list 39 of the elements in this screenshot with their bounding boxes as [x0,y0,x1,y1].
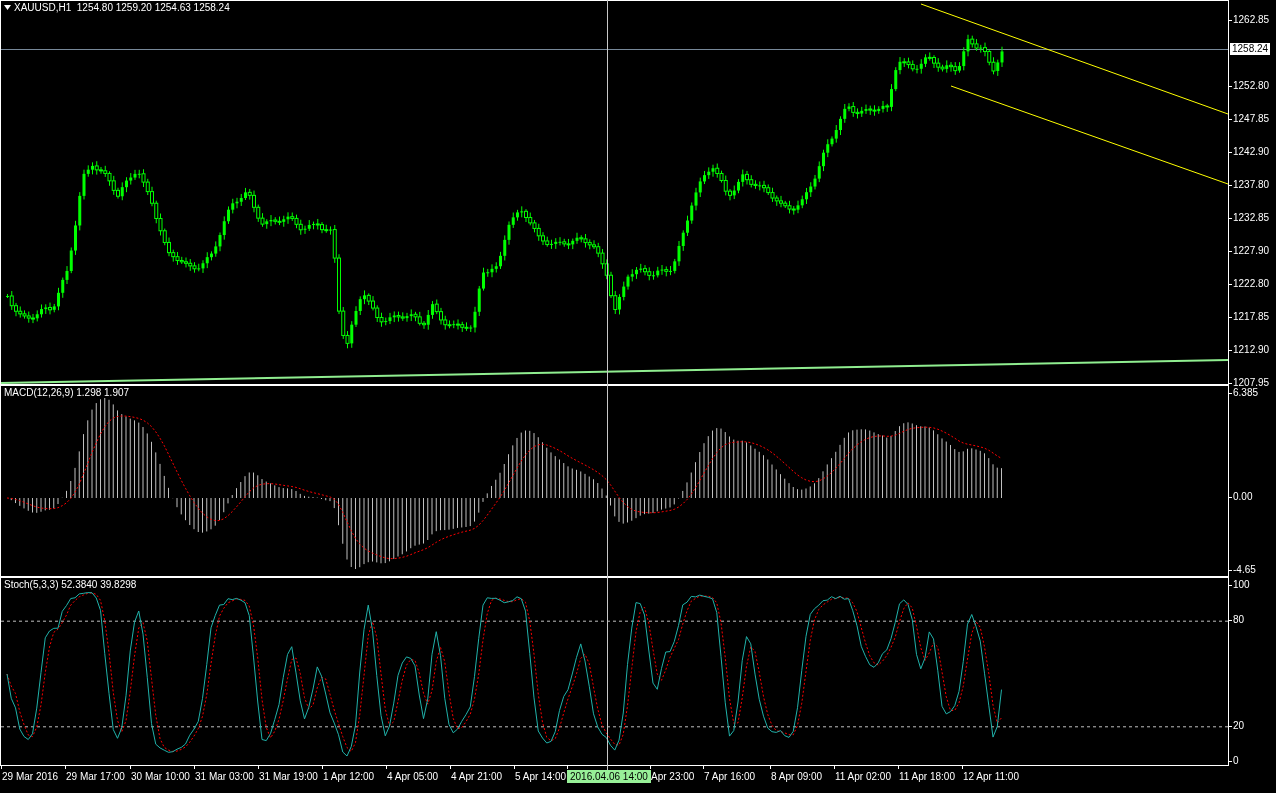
axis-label: 1207.95 [1233,377,1270,388]
axis-label: 20 [1233,719,1245,732]
time-label: 7 Apr 16:00 [703,770,757,783]
axis-label: 6.385 [1233,387,1259,399]
time-label: 11 Apr 18:00 [898,770,956,783]
indicator-header: Stoch(5,3,3) 52.3840 39.8298 [4,579,137,590]
axis-label: 1232.85 [1233,212,1270,224]
current-price-label: 1258.24 [1230,43,1271,55]
axis-label: 1262.85 [1233,14,1270,26]
time-label: 31 Mar 19:00 [258,770,319,783]
time-label: 5 Apr 14:00 [514,770,568,783]
dropdown-triangle-icon[interactable] [4,5,11,10]
time-label: 31 Mar 03:00 [194,770,255,783]
indicator-header: XAUUSD,H1 1254.80 1259.20 1254.63 1258.24 [14,2,230,13]
axis-label: 100 [1233,579,1250,591]
time-label: 11 Apr 02:00 [834,770,892,783]
axis-label: -4.65 [1233,564,1256,576]
indicator-header: MACD(12,26,9) 1.298 1.907 [4,387,130,398]
axis-label: 0.00 [1233,491,1253,503]
time-label: 1 Apr 12:00 [322,770,376,783]
axis-label: 1217.85 [1233,311,1270,323]
crosshair-time-label: 2016.04.06 14:00 [567,770,651,783]
axis-label: 1252.80 [1233,80,1270,92]
time-label: 29 Mar 2016 [1,770,60,783]
axis-label: 1247.85 [1233,113,1270,125]
axis-label: 1237.80 [1233,179,1270,191]
time-label: 12 Apr 11:00 [962,770,1020,783]
time-label: 4 Apr 05:00 [386,770,440,783]
axis-label: 1242.90 [1233,146,1270,158]
axis-label: 1212.90 [1233,344,1270,356]
axis-label: 0 [1233,755,1239,767]
time-label: Apr 23:00 [650,770,696,783]
axis-label: 80 [1233,614,1245,627]
time-label: 4 Apr 21:00 [450,770,504,783]
time-label: 29 Mar 17:00 [65,770,126,783]
axis-label: 1222.80 [1233,278,1270,290]
time-label: 8 Apr 09:00 [770,770,824,783]
axis-label: 1227.90 [1233,245,1270,257]
time-label: 30 Mar 10:00 [130,770,191,783]
